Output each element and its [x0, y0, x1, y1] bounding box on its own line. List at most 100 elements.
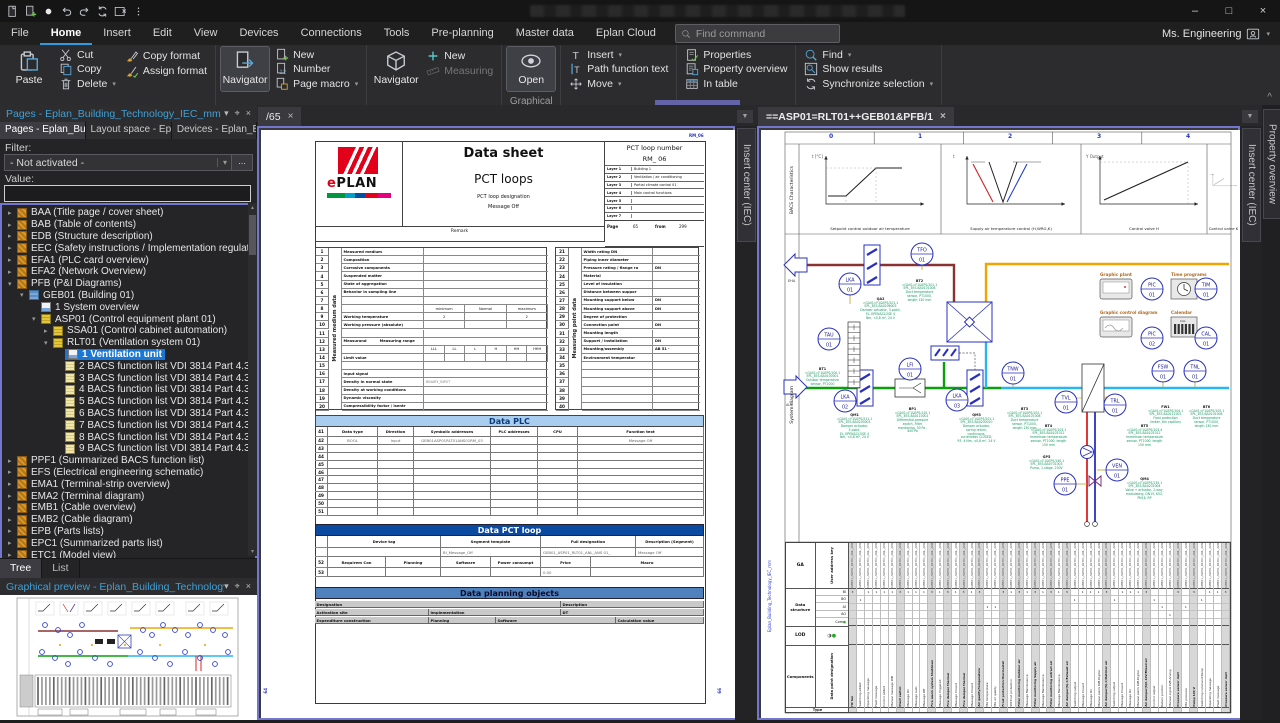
tree-item[interactable]: 8 BACS function list VDI 3814 Part 4.3	[2, 431, 255, 443]
page-ref-top[interactable]: RM_06	[689, 133, 704, 138]
user-menu[interactable]: Ms. Engineering ▾	[1162, 27, 1280, 41]
qat-undo-icon[interactable]	[58, 3, 74, 19]
graphical-preview[interactable]	[0, 595, 257, 720]
tree-item[interactable]: ▸EPC1 (Summarized parts list)	[2, 537, 255, 549]
command-search-input[interactable]: Find command	[675, 24, 840, 43]
tree-item[interactable]: ▸EMB1 (Cable overview)	[2, 502, 255, 514]
tree-item[interactable]: ▸EMB2 (Cable diagram)	[2, 514, 255, 526]
tree-item[interactable]: ▸EFA1 (PLC card overview)	[2, 254, 255, 266]
tree-item[interactable]: 7 BACS function list VDI 3814 Part 4.3	[2, 419, 255, 431]
qat-redo-icon[interactable]	[76, 3, 92, 19]
ribbon-tab-connections[interactable]: Connections	[290, 22, 373, 45]
ribbon-property-overview-button[interactable]: Property overview	[682, 62, 790, 76]
tree-item[interactable]: 1 Ventilation unit	[2, 349, 255, 361]
tab-tree[interactable]: Tree	[0, 559, 42, 578]
ribbon-tab-pre-planning[interactable]: Pre-planning	[420, 22, 504, 45]
ribbon-tab-insert[interactable]: Insert	[92, 22, 142, 45]
ribbon-tab-file[interactable]: File	[0, 22, 40, 45]
ribbon-path-function-text-button[interactable]: TPath function text	[566, 62, 671, 76]
document-tab-datasheet[interactable]: /65 ×	[258, 107, 301, 126]
filter-more-button[interactable]: ...	[231, 154, 253, 171]
ribbon-measuring-button[interactable]: Measuring	[423, 63, 496, 78]
diagram-viewport[interactable]: EHAAULCALTFO01LKA01TAU01LFI01LKA02LKA03T…	[757, 126, 1240, 720]
panel-menu-icon[interactable]: ▾	[224, 581, 229, 592]
ribbon-navigator-button[interactable]: Navigator	[372, 47, 420, 91]
close-icon[interactable]: ×	[246, 108, 251, 119]
ribbon-in-table-button[interactable]: In table	[682, 77, 790, 91]
pin-icon[interactable]: ⌖	[235, 108, 240, 119]
ribbon-find-button[interactable]: Find▾	[801, 48, 936, 62]
ribbon-paste-button[interactable]: Paste	[5, 47, 53, 91]
ribbon-move-button[interactable]: Move▾	[566, 77, 671, 91]
panel-tab-1[interactable]: Layout space - Eplan_...	[86, 122, 172, 139]
qat-closeed-icon[interactable]	[112, 3, 128, 19]
ribbon-new-button[interactable]: New	[272, 48, 361, 62]
qat-dots-icon[interactable]	[130, 3, 146, 19]
tree-item[interactable]: 3 BACS function list VDI 3814 Part 4.3	[2, 372, 255, 384]
tab-list[interactable]: List	[42, 559, 79, 578]
ribbon-copy-format-button[interactable]: Copy format	[122, 48, 210, 63]
qat-pageplus-icon[interactable]	[22, 3, 38, 19]
ribbon-navigator-button[interactable]: Navigator	[221, 47, 269, 91]
tree-item[interactable]: ▸EDB (Structure description)	[2, 231, 255, 243]
datasheet-viewport[interactable]: RM_066466ePLANData sheetPCT loopsPCT loo…	[257, 126, 735, 720]
ribbon-tab-master-data[interactable]: Master data	[505, 22, 585, 45]
tree-item[interactable]: ▸SSA01 (Control cabinet automation)	[2, 325, 255, 337]
tree-item[interactable]: ▸EFS (Electrical engineering schematic)	[2, 467, 255, 479]
insert-center-tab[interactable]: Insert center (IEC)	[1242, 128, 1261, 242]
value-input[interactable]	[4, 185, 251, 202]
ribbon-delete-button[interactable]: Delete▾	[56, 77, 119, 91]
tree-item[interactable]: ▸EPB (Parts lists)	[2, 526, 255, 538]
ribbon-collapse-button[interactable]: ^	[1267, 92, 1272, 103]
tree-item[interactable]: ▾GEB01 (Building 01)	[2, 290, 255, 302]
ribbon-tab-view[interactable]: View	[183, 22, 229, 45]
ribbon-cut-button[interactable]: Cut	[56, 48, 119, 62]
ribbon-open-button[interactable]: Open	[507, 47, 555, 91]
property-overview-tab[interactable]: Property overview	[1263, 109, 1280, 219]
ribbon-tab-tools[interactable]: Tools	[373, 22, 421, 45]
ribbon-show-results-button[interactable]: Show results	[801, 62, 936, 76]
ribbon-tab-eplan-cloud[interactable]: Eplan Cloud	[585, 22, 667, 45]
ribbon-insert-button[interactable]: TInsert▾	[566, 48, 671, 62]
insert-center-tab[interactable]: Insert center (IEC)	[737, 128, 756, 242]
close-button[interactable]: ×	[1246, 0, 1280, 22]
pin-icon[interactable]: ⌖	[235, 581, 240, 592]
ribbon-tab-home[interactable]: Home	[40, 22, 93, 45]
tree-item[interactable]: ▸BAA (Title page / cover sheet)	[2, 207, 255, 219]
qat-sync-icon[interactable]	[94, 3, 110, 19]
tree-item[interactable]: 5 BACS function list VDI 3814 Part 4.3	[2, 396, 255, 408]
ribbon-tab-edit[interactable]: Edit	[142, 22, 183, 45]
close-icon[interactable]: ×	[940, 111, 946, 122]
tree-item[interactable]: ▾ASP01 (Control equipment plant 01)	[2, 313, 255, 325]
ribbon-synchronize-selection-button[interactable]: Synchronize selection▾	[801, 77, 936, 91]
ribbon-assign-format-button[interactable]: Assign format	[122, 63, 210, 78]
minimize-button[interactable]: –	[1178, 0, 1212, 22]
document-tab-diagram[interactable]: ==ASP01=RLT01++GEB01&PFB/1 ×	[758, 107, 954, 126]
ribbon-number-button[interactable]: 12Number	[272, 62, 361, 76]
filter-dropdown[interactable]: - Not activated - ▾	[4, 154, 233, 171]
tree-item[interactable]: 2 BACS function list VDI 3814 Part 4.3	[2, 360, 255, 372]
qat-page-icon[interactable]	[4, 3, 20, 19]
restore-button[interactable]: □	[1212, 0, 1246, 22]
ribbon-copy-button[interactable]: Copy	[56, 62, 119, 76]
ribbon-new-button[interactable]: New	[423, 48, 496, 63]
tree-item[interactable]: ▾PFB (P&I Diagrams)	[2, 278, 255, 290]
tree-item[interactable]: ▸PPF1 (Summarized BACS function list)	[2, 455, 255, 467]
tree-item[interactable]: ▸BAB (Table of contents)	[2, 219, 255, 231]
tree-item[interactable]: 1 System overview	[2, 301, 255, 313]
panel-tab-0[interactable]: Pages - Eplan_Buildin...	[0, 122, 86, 139]
tab-list-dropdown[interactable]: ▼	[737, 110, 753, 123]
tree-item[interactable]: 6 BACS function list VDI 3814 Part 4.3	[2, 408, 255, 420]
ribbon-properties-button[interactable]: Properties	[682, 48, 790, 62]
panel-tab-2[interactable]: Devices - Eplan_Build...	[172, 122, 257, 139]
tree-item[interactable]: 9 BACS function list VDI 3814 Part 4.3	[2, 443, 255, 455]
tree-item[interactable]: ▾RLT01 (Ventilation system 01)	[2, 337, 255, 349]
close-icon[interactable]: ×	[288, 111, 294, 122]
tree-item[interactable]: ▸EMA1 (Terminal-strip overview)	[2, 478, 255, 490]
tree-item[interactable]: ▸EFA2 (Network Overview)	[2, 266, 255, 278]
tree-item[interactable]: ▸EMA2 (Terminal diagram)	[2, 490, 255, 502]
ribbon-page-macro-button[interactable]: Page macro▾	[272, 77, 361, 91]
tree-item[interactable]: ▸EEC (Safety instructions / Implementati…	[2, 242, 255, 254]
tab-list-dropdown[interactable]: ▼	[1242, 110, 1258, 123]
close-icon[interactable]: ×	[246, 581, 251, 592]
